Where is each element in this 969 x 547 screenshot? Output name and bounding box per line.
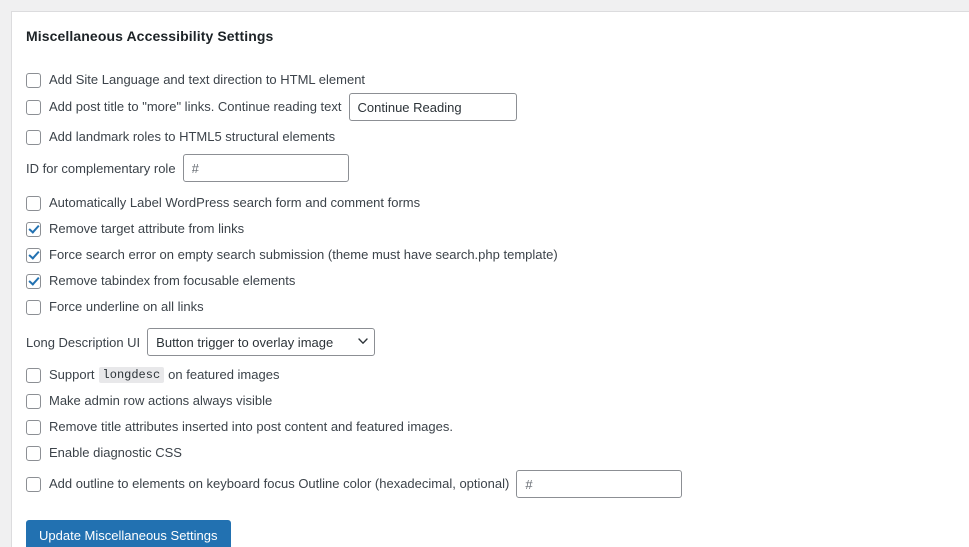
- checkbox-support-longdesc[interactable]: [26, 368, 41, 383]
- continue-reading-input[interactable]: [349, 93, 517, 121]
- label-row-actions-visible: Make admin row actions always visible: [49, 392, 272, 411]
- longdesc-code: longdesc: [99, 367, 165, 383]
- checkbox-label-search-comment[interactable]: [26, 196, 41, 211]
- option-row-post-title-more[interactable]: Add post title to "more" links. Continue…: [26, 93, 955, 121]
- complementary-role-row: ID for complementary role: [26, 152, 955, 184]
- label-force-underline: Force underline on all links: [49, 298, 204, 317]
- option-row-remove-title-attributes[interactable]: Remove title attributes inserted into po…: [26, 414, 955, 440]
- option-row-support-longdesc[interactable]: Support longdesc on featured images: [26, 362, 955, 388]
- long-description-ui-selected-value: Button trigger to overlay image: [156, 335, 333, 350]
- misc-accessibility-settings-panel: Miscellaneous Accessibility Settings Add…: [11, 11, 969, 547]
- page-left-gutter: [0, 0, 11, 547]
- label-long-description-ui: Long Description UI: [26, 335, 140, 350]
- label-keyboard-focus-outline: Add outline to elements on keyboard focu…: [49, 475, 509, 494]
- option-row-landmark-roles[interactable]: Add landmark roles to HTML5 structural e…: [26, 125, 955, 150]
- label-diagnostic-css: Enable diagnostic CSS: [49, 444, 182, 463]
- long-description-ui-select[interactable]: Button trigger to overlay image: [147, 328, 375, 356]
- long-description-ui-row: Long Description UI Button trigger to ov…: [26, 326, 955, 358]
- page-top-strip: [0, 0, 969, 11]
- label-support-longdesc-prefix: Support: [49, 366, 95, 385]
- outline-color-input[interactable]: [516, 470, 682, 498]
- label-site-language: Add Site Language and text direction to …: [49, 71, 365, 90]
- checkbox-force-underline[interactable]: [26, 300, 41, 315]
- settings-form: Add Site Language and text direction to …: [26, 53, 955, 547]
- checkbox-keyboard-focus-outline[interactable]: [26, 477, 41, 492]
- checkbox-landmark-roles[interactable]: [26, 130, 41, 145]
- option-row-remove-tabindex[interactable]: Remove tabindex from focusable elements: [26, 268, 955, 294]
- label-remove-title-attributes: Remove title attributes inserted into po…: [49, 418, 453, 437]
- checkbox-force-search-error[interactable]: [26, 248, 41, 263]
- complementary-role-input[interactable]: [183, 154, 349, 182]
- label-remove-target: Remove target attribute from links: [49, 220, 244, 239]
- label-label-search-comment: Automatically Label WordPress search for…: [49, 194, 420, 213]
- option-row-keyboard-focus-outline[interactable]: Add outline to elements on keyboard focu…: [26, 470, 955, 498]
- label-complementary-role: ID for complementary role: [26, 161, 176, 176]
- option-row-diagnostic-css[interactable]: Enable diagnostic CSS: [26, 440, 955, 466]
- checkbox-diagnostic-css[interactable]: [26, 446, 41, 461]
- checkbox-post-title-more[interactable]: [26, 100, 41, 115]
- checkbox-remove-title-attributes[interactable]: [26, 420, 41, 435]
- label-remove-tabindex: Remove tabindex from focusable elements: [49, 272, 295, 291]
- page-title: Miscellaneous Accessibility Settings: [26, 26, 955, 47]
- option-row-row-actions-visible[interactable]: Make admin row actions always visible: [26, 388, 955, 414]
- option-row-force-search-error[interactable]: Force search error on empty search submi…: [26, 242, 955, 268]
- option-row-force-underline[interactable]: Force underline on all links: [26, 294, 955, 320]
- option-row-site-language[interactable]: Add Site Language and text direction to …: [26, 67, 955, 93]
- checkbox-row-actions-visible[interactable]: [26, 394, 41, 409]
- label-support-longdesc-suffix: on featured images: [168, 366, 279, 385]
- update-miscellaneous-settings-button[interactable]: Update Miscellaneous Settings: [26, 520, 231, 547]
- label-landmark-roles: Add landmark roles to HTML5 structural e…: [49, 128, 335, 147]
- label-force-search-error: Force search error on empty search submi…: [49, 246, 558, 265]
- checkbox-remove-tabindex[interactable]: [26, 274, 41, 289]
- checkbox-remove-target[interactable]: [26, 222, 41, 237]
- label-post-title-more: Add post title to "more" links. Continue…: [49, 98, 342, 117]
- option-row-label-search-comment[interactable]: Automatically Label WordPress search for…: [26, 190, 955, 216]
- option-row-remove-target[interactable]: Remove target attribute from links: [26, 216, 955, 242]
- checkbox-site-language[interactable]: [26, 73, 41, 88]
